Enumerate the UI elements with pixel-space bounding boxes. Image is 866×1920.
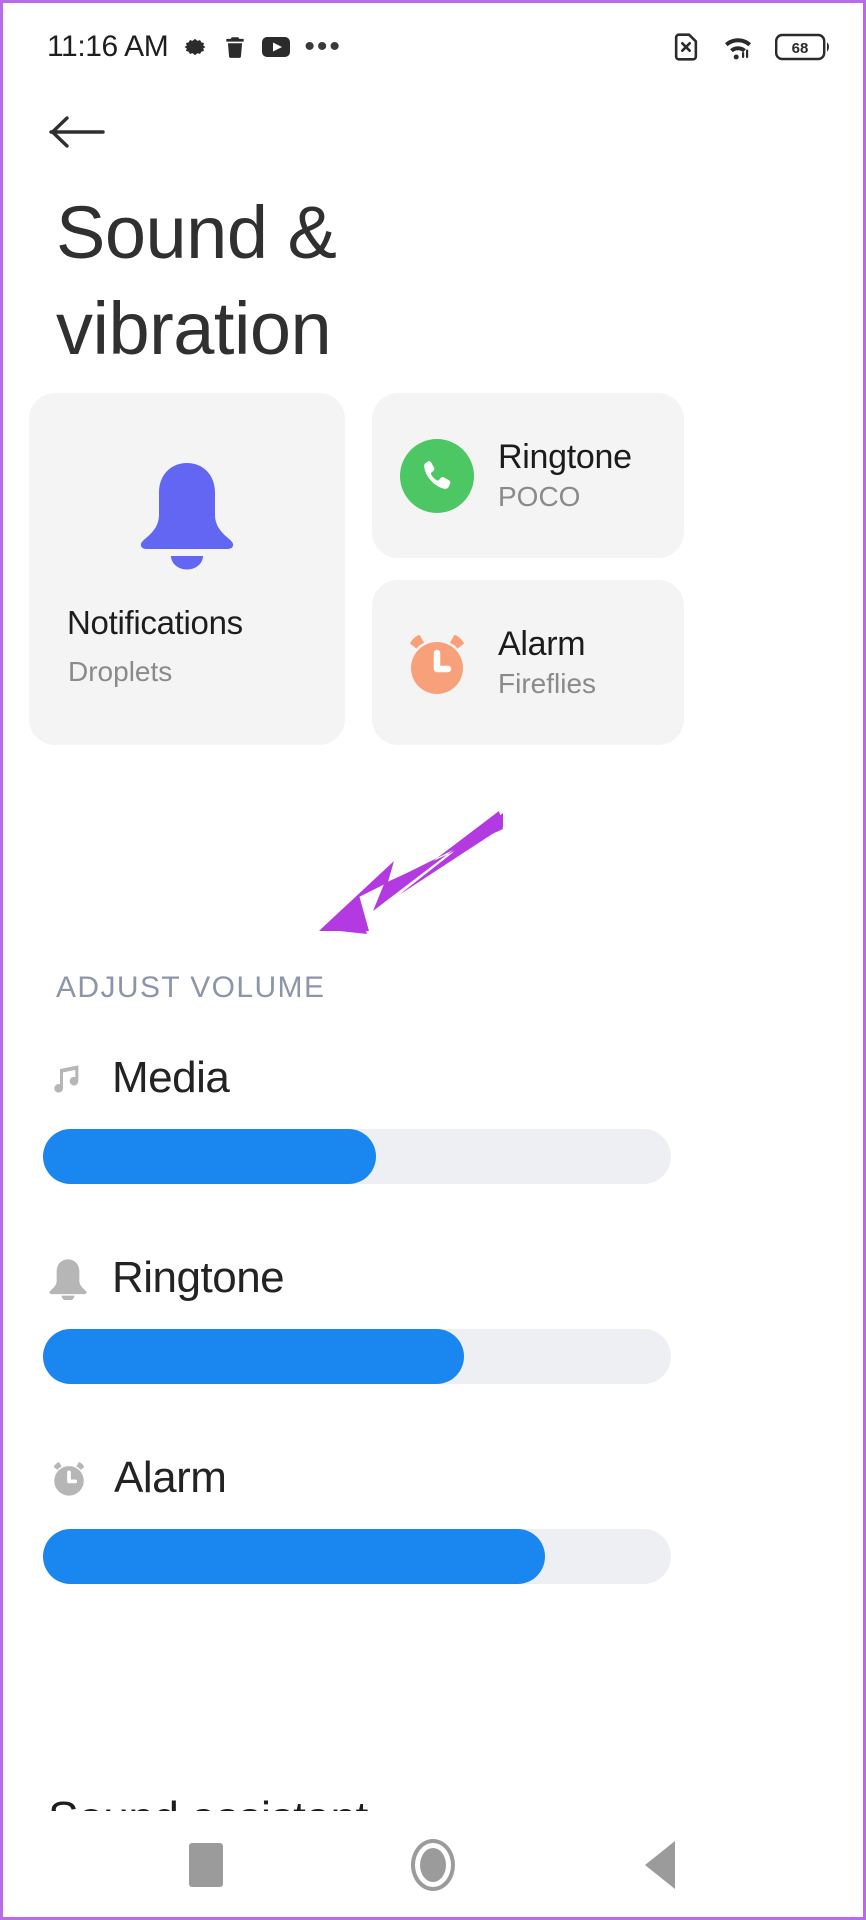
card-alarm-title: Alarm — [498, 625, 586, 663]
ringtone-volume-slider-fill — [43, 1329, 464, 1384]
recents-button[interactable] — [161, 1820, 251, 1910]
adjust-volume-section-label: ADJUST VOLUME — [56, 971, 326, 1004]
card-alarm[interactable]: Alarm Fireflies — [372, 580, 684, 745]
youtube-icon — [261, 35, 291, 59]
sim-card-error-icon — [671, 31, 701, 63]
home-button[interactable] — [388, 1820, 478, 1910]
volume-row-alarm-header: Alarm — [3, 1453, 863, 1503]
status-bar: 11:16 AM ••• 68 — [3, 3, 863, 91]
card-alarm-subtitle: Fireflies — [498, 668, 597, 699]
card-notifications[interactable]: Notifications Droplets — [29, 393, 345, 745]
battery-icon: 68 — [775, 32, 833, 62]
recents-square-icon — [189, 1842, 224, 1887]
back-triangle-icon — [644, 1840, 675, 1889]
volume-row-media-label: Media — [112, 1053, 230, 1102]
wifi-icon — [720, 32, 756, 62]
sound-cards: Notifications Droplets Ringtone POCO Ala… — [29, 393, 684, 745]
volume-row-media-header: Media — [3, 1053, 863, 1103]
volume-row-ringtone-label: Ringtone — [112, 1253, 285, 1302]
cards-right-column: Ringtone POCO Alarm Fireflies — [372, 393, 684, 745]
card-ringtone-texts: Ringtone POCO — [498, 438, 632, 513]
back-nav-button[interactable] — [615, 1820, 705, 1910]
page-title: Sound & vibration — [56, 185, 736, 377]
volume-row-media: Media — [3, 1053, 863, 1184]
volume-row-alarm: Alarm — [3, 1453, 863, 1584]
home-circle-icon — [410, 1838, 455, 1891]
alarm-clock-icon — [48, 1456, 90, 1500]
card-notifications-title: Notifications — [67, 604, 243, 641]
bell-icon — [48, 1256, 88, 1300]
gear-icon — [181, 33, 209, 61]
volume-row-ringtone: Ringtone — [3, 1253, 863, 1384]
overflow-dots-icon: ••• — [304, 30, 342, 63]
alarm-volume-slider[interactable] — [43, 1529, 671, 1584]
card-ringtone-title: Ringtone — [498, 438, 632, 476]
card-ringtone[interactable]: Ringtone POCO — [372, 393, 684, 558]
back-button[interactable] — [48, 101, 116, 163]
status-bar-left: 11:16 AM ••• — [47, 30, 342, 64]
volume-row-alarm-label: Alarm — [114, 1453, 227, 1502]
bottom-nav-bar — [3, 1811, 863, 1917]
card-notifications-subtitle: Droplets — [68, 656, 173, 687]
volume-row-ringtone-header: Ringtone — [3, 1253, 863, 1303]
alarm-clock-icon — [400, 626, 474, 700]
card-alarm-texts: Alarm Fireflies — [498, 625, 596, 700]
media-volume-slider-fill — [43, 1129, 376, 1184]
card-ringtone-subtitle: POCO — [498, 481, 581, 512]
music-note-icon — [48, 1057, 88, 1099]
back-arrow-icon — [49, 116, 105, 148]
page-title-line-2: vibration — [56, 287, 332, 371]
ringtone-volume-slider[interactable] — [43, 1329, 671, 1384]
annotation-arrow-icon — [319, 811, 503, 934]
bell-icon — [29, 457, 345, 575]
svg-text:68: 68 — [792, 40, 809, 57]
top-app-bar — [3, 91, 863, 173]
page-title-line-1: Sound & — [56, 191, 337, 274]
phone-screen: 11:16 AM ••• 68 Sound & vibration Notifi… — [0, 0, 866, 1920]
alarm-volume-slider-fill — [43, 1529, 546, 1584]
status-bar-right: 68 — [671, 31, 833, 63]
trash-icon — [222, 33, 248, 61]
phone-icon — [400, 438, 474, 513]
status-bar-clock: 11:16 AM — [47, 30, 169, 63]
media-volume-slider[interactable] — [43, 1129, 671, 1184]
